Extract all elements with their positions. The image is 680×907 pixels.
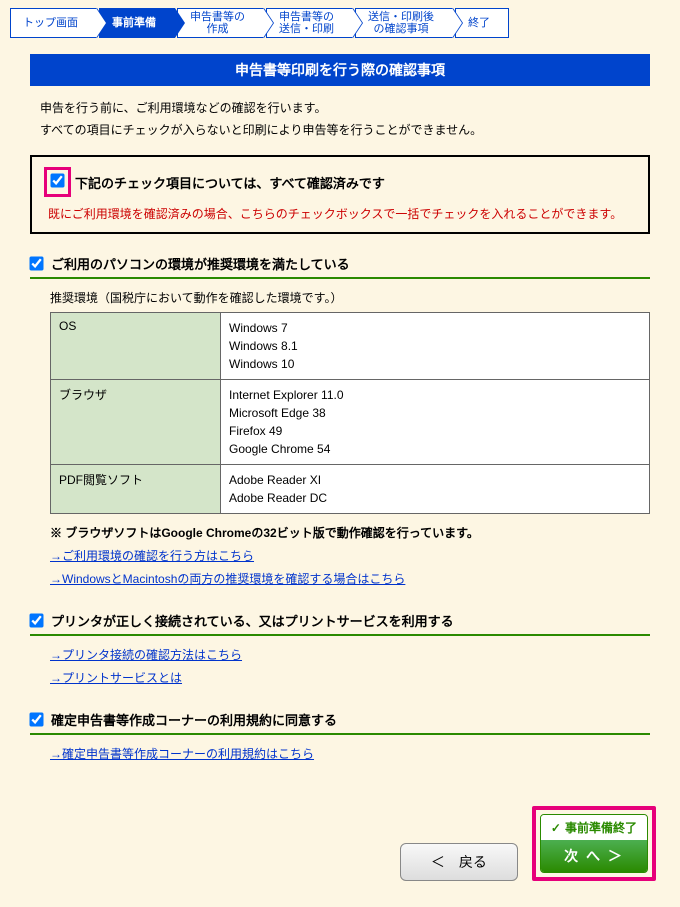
step-prep[interactable]: 事前準備 <box>99 8 175 38</box>
terms-checkbox[interactable] <box>29 713 43 727</box>
env-os-header: OS <box>51 313 221 380</box>
printer-link-check[interactable]: →プリンタ接続の確認方法はこちら <box>50 646 650 663</box>
step-create[interactable]: 申告書等の 作成 <box>177 8 264 38</box>
section-printer: プリンタが正しく接続されている、又はプリントサービスを利用する →プリンタ接続の… <box>30 611 650 686</box>
footer: ＜ 戻る 事前準備終了 次 へ ＞ <box>0 786 680 907</box>
env-note: ※ ブラウザソフトはGoogle Chromeの32ビット版で動作確認を行ってい… <box>50 524 650 541</box>
step-send[interactable]: 申告書等の 送信・印刷 <box>266 8 353 38</box>
all-check-checkbox[interactable] <box>50 174 64 188</box>
table-row: ブラウザ Internet Explorer 11.0 Microsoft Ed… <box>51 380 650 465</box>
table-row: PDF閲覧ソフト Adobe Reader XI Adobe Reader DC <box>51 465 650 514</box>
intro-line2: すべての項目にチェックが入らないと印刷により申告等を行うことができません。 <box>40 120 640 142</box>
section-env: ご利用のパソコンの環境が推奨環境を満たしている 推奨環境（国税庁において動作を確… <box>30 254 650 587</box>
section-terms: 確定申告書等作成コーナーの利用規約に同意する →確定申告書等作成コーナーの利用規… <box>30 710 650 762</box>
env-title: ご利用のパソコンの環境が推奨環境を満たしている <box>51 254 350 273</box>
next-highlight: 事前準備終了 次 へ ＞ <box>532 806 656 881</box>
page-title: 申告書等印刷を行う際の確認事項 <box>30 54 650 86</box>
printer-link-service[interactable]: →プリントサービスとは <box>50 669 650 686</box>
terms-link[interactable]: →確定申告書等作成コーナーの利用規約はこちら <box>50 745 650 762</box>
env-caption: 推奨環境（国税庁において動作を確認した環境です。） <box>50 289 650 306</box>
step-top[interactable]: トップ画面 <box>10 8 97 38</box>
env-table: OS Windows 7 Windows 8.1 Windows 10 ブラウザ… <box>50 312 650 514</box>
all-check-container: 下記のチェック項目については、すべて確認済みです 既にご利用環境を確認済みの場合… <box>30 155 650 234</box>
printer-checkbox[interactable] <box>29 614 43 628</box>
printer-title: プリンタが正しく接続されている、又はプリントサービスを利用する <box>51 611 454 630</box>
env-checkbox[interactable] <box>29 257 43 271</box>
env-link-check[interactable]: →ご利用環境の確認を行う方はこちら <box>50 547 650 564</box>
table-row: OS Windows 7 Windows 8.1 Windows 10 <box>51 313 650 380</box>
terms-title: 確定申告書等作成コーナーの利用規約に同意する <box>51 710 337 729</box>
back-button[interactable]: ＜ 戻る <box>400 843 518 881</box>
all-check-highlight <box>44 167 71 197</box>
env-pdf-value: Adobe Reader XI Adobe Reader DC <box>221 465 650 514</box>
env-link-winmac[interactable]: →WindowsとMacintoshの両方の推奨環境を確認する場合はこちら <box>50 570 650 587</box>
env-browser-header: ブラウザ <box>51 380 221 465</box>
all-check-note: 既にご利用環境を確認済みの場合、こちらのチェックボックスで一括でチェックを入れる… <box>48 205 636 222</box>
intro-line1: 申告を行う前に、ご利用環境などの確認を行います。 <box>40 98 640 120</box>
intro-text: 申告を行う前に、ご利用環境などの確認を行います。 すべての項目にチェックが入らな… <box>40 98 640 141</box>
next-button[interactable]: 次 へ ＞ <box>541 840 647 872</box>
env-os-value: Windows 7 Windows 8.1 Windows 10 <box>221 313 650 380</box>
step-after[interactable]: 送信・印刷後 の確認事項 <box>355 8 453 38</box>
next-label: 事前準備終了 <box>541 815 647 840</box>
all-check-label: 下記のチェック項目については、すべて確認済みです <box>75 173 385 192</box>
env-browser-value: Internet Explorer 11.0 Microsoft Edge 38… <box>221 380 650 465</box>
wizard-steps: トップ画面 事前準備 申告書等の 作成 申告書等の 送信・印刷 送信・印刷後 の… <box>0 0 680 46</box>
step-end[interactable]: 終了 <box>455 8 509 38</box>
env-pdf-header: PDF閲覧ソフト <box>51 465 221 514</box>
